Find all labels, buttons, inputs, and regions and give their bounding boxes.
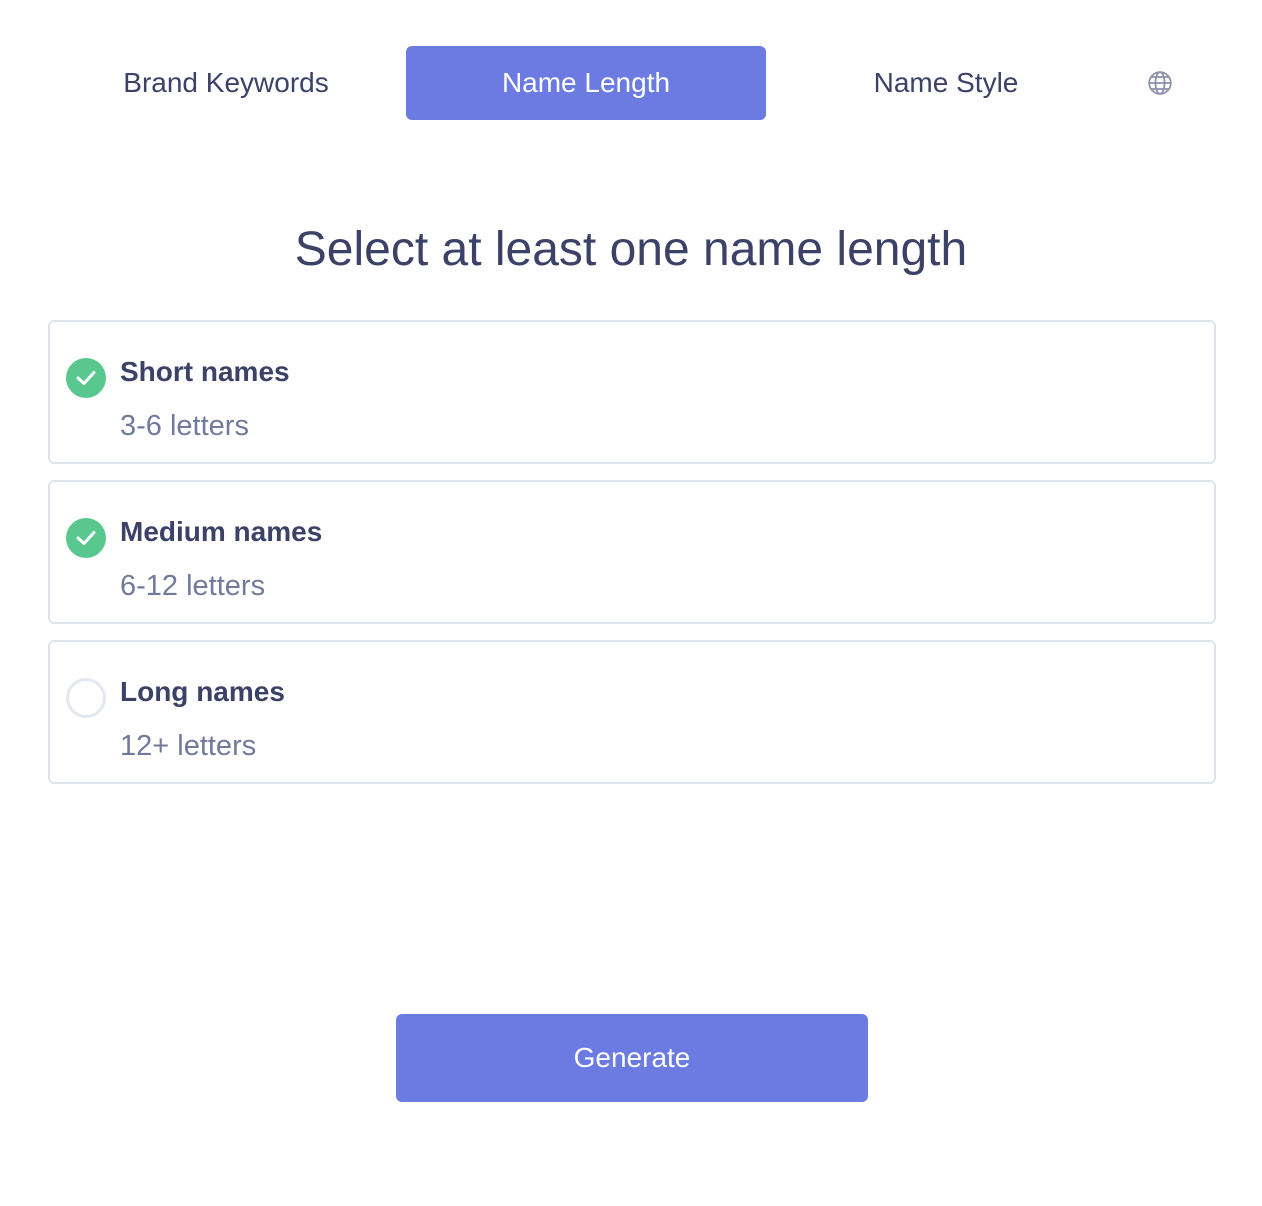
checked-icon xyxy=(66,358,106,398)
option-title: Long names xyxy=(120,676,285,707)
tab-name-style[interactable]: Name Style xyxy=(766,46,1126,120)
generate-button[interactable]: Generate xyxy=(396,1014,868,1102)
step-tabs: Brand Keywords Name Length Name Style xyxy=(46,46,1216,120)
option-subtitle: 12+ letters xyxy=(120,730,257,762)
globe-icon xyxy=(1148,71,1172,95)
option-title: Short names xyxy=(120,356,290,387)
tab-brand-keywords[interactable]: Brand Keywords xyxy=(46,46,406,120)
tab-name-length[interactable]: Name Length xyxy=(406,46,766,120)
name-length-options: Short names 3-6 letters Medium names 6-1… xyxy=(48,320,1216,800)
option-medium-names[interactable]: Medium names 6-12 letters xyxy=(48,480,1216,624)
checked-icon xyxy=(66,518,106,558)
language-button[interactable] xyxy=(1142,65,1178,101)
option-subtitle: 6-12 letters xyxy=(120,570,266,602)
unchecked-circle-icon xyxy=(66,678,106,718)
option-long-names[interactable]: Long names 12+ letters xyxy=(48,640,1216,784)
option-short-names[interactable]: Short names 3-6 letters xyxy=(48,320,1216,464)
option-title: Medium names xyxy=(120,516,323,547)
option-subtitle: 3-6 letters xyxy=(120,410,249,442)
page-title: Select at least one name length xyxy=(294,223,968,276)
